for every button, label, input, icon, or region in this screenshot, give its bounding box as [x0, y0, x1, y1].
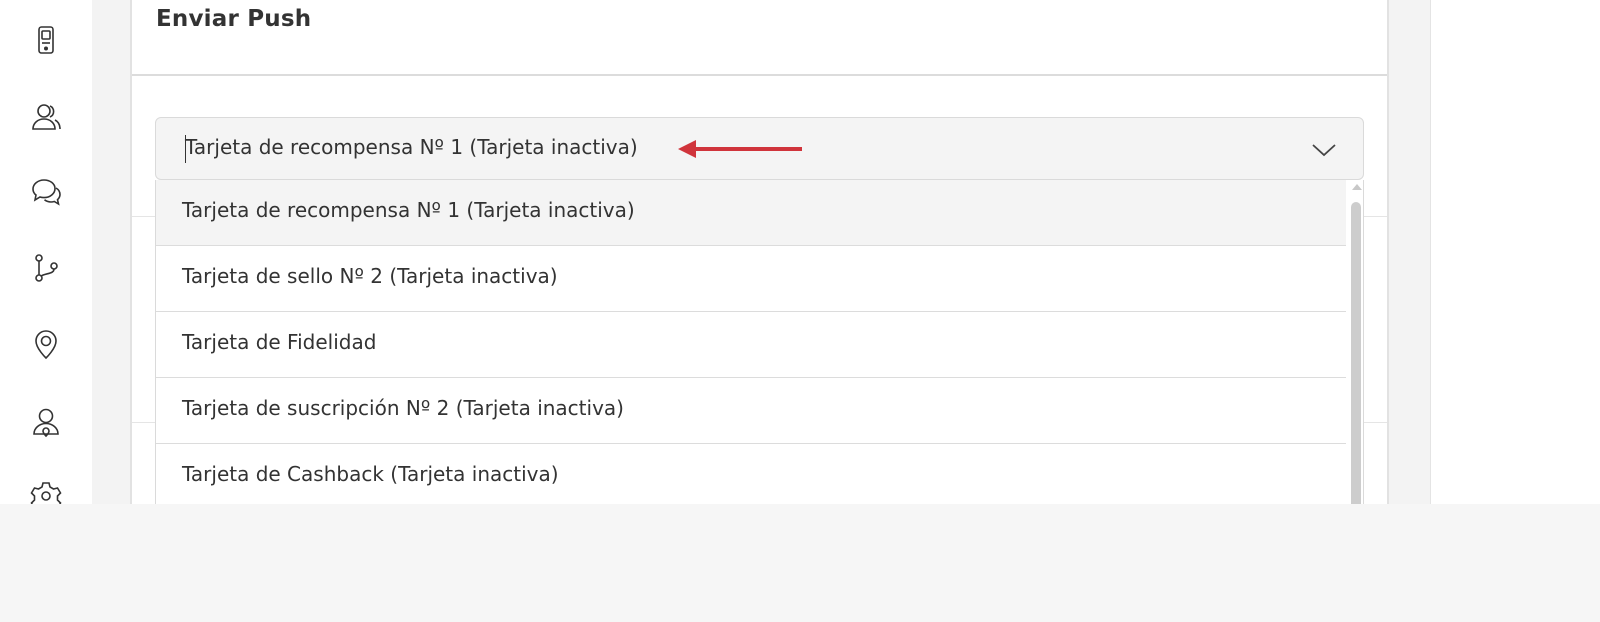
right-panel [1430, 0, 1600, 504]
flow-icon[interactable] [28, 250, 64, 286]
users-icon[interactable] [28, 99, 64, 135]
dropdown-option[interactable]: Tarjeta de sello Nº 2 (Tarjeta inactiva) [156, 246, 1346, 312]
card-select-value: Tarjeta de recompensa Nº 1 (Tarjeta inac… [185, 135, 638, 159]
app-viewport: Enviar Push Tarjeta de recompensa Nº 1 (… [0, 0, 1600, 504]
scroll-up-arrow-icon[interactable] [1352, 184, 1362, 190]
dropdown-option-label: Tarjeta de Fidelidad [182, 330, 377, 354]
dropdown-option-label: Tarjeta de recompensa Nº 1 (Tarjeta inac… [182, 198, 635, 222]
dropdown-scrollbar[interactable] [1346, 180, 1363, 504]
settings-icon[interactable] [28, 478, 64, 504]
location-pin-icon[interactable] [28, 326, 64, 362]
scrollbar-thumb[interactable] [1351, 202, 1361, 504]
chat-icon[interactable] [28, 174, 64, 210]
annotation-arrow-icon [678, 140, 802, 158]
user-location-icon[interactable] [28, 404, 64, 440]
page-title: Enviar Push [156, 6, 312, 32]
mobile-device-icon[interactable] [28, 22, 64, 58]
dropdown-option-label: Tarjeta de Cashback (Tarjeta inactiva) [182, 462, 559, 486]
sidebar [0, 0, 92, 504]
card-dropdown-list: Tarjeta de recompensa Nº 1 (Tarjeta inac… [155, 180, 1364, 504]
dropdown-option[interactable]: Tarjeta de Cashback (Tarjeta inactiva) [156, 444, 1346, 504]
dropdown-option-label: Tarjeta de suscripción Nº 2 (Tarjeta ina… [182, 396, 624, 420]
card-header: Enviar Push [132, 0, 1387, 76]
text-caret [185, 135, 186, 163]
dropdown-option[interactable]: Tarjeta de recompensa Nº 1 (Tarjeta inac… [156, 180, 1346, 246]
dropdown-option[interactable]: Tarjeta de suscripción Nº 2 (Tarjeta ina… [156, 378, 1346, 444]
dropdown-option-label: Tarjeta de sello Nº 2 (Tarjeta inactiva) [182, 264, 558, 288]
dropdown-option[interactable]: Tarjeta de Fidelidad [156, 312, 1346, 378]
chevron-down-icon[interactable] [1309, 135, 1339, 165]
